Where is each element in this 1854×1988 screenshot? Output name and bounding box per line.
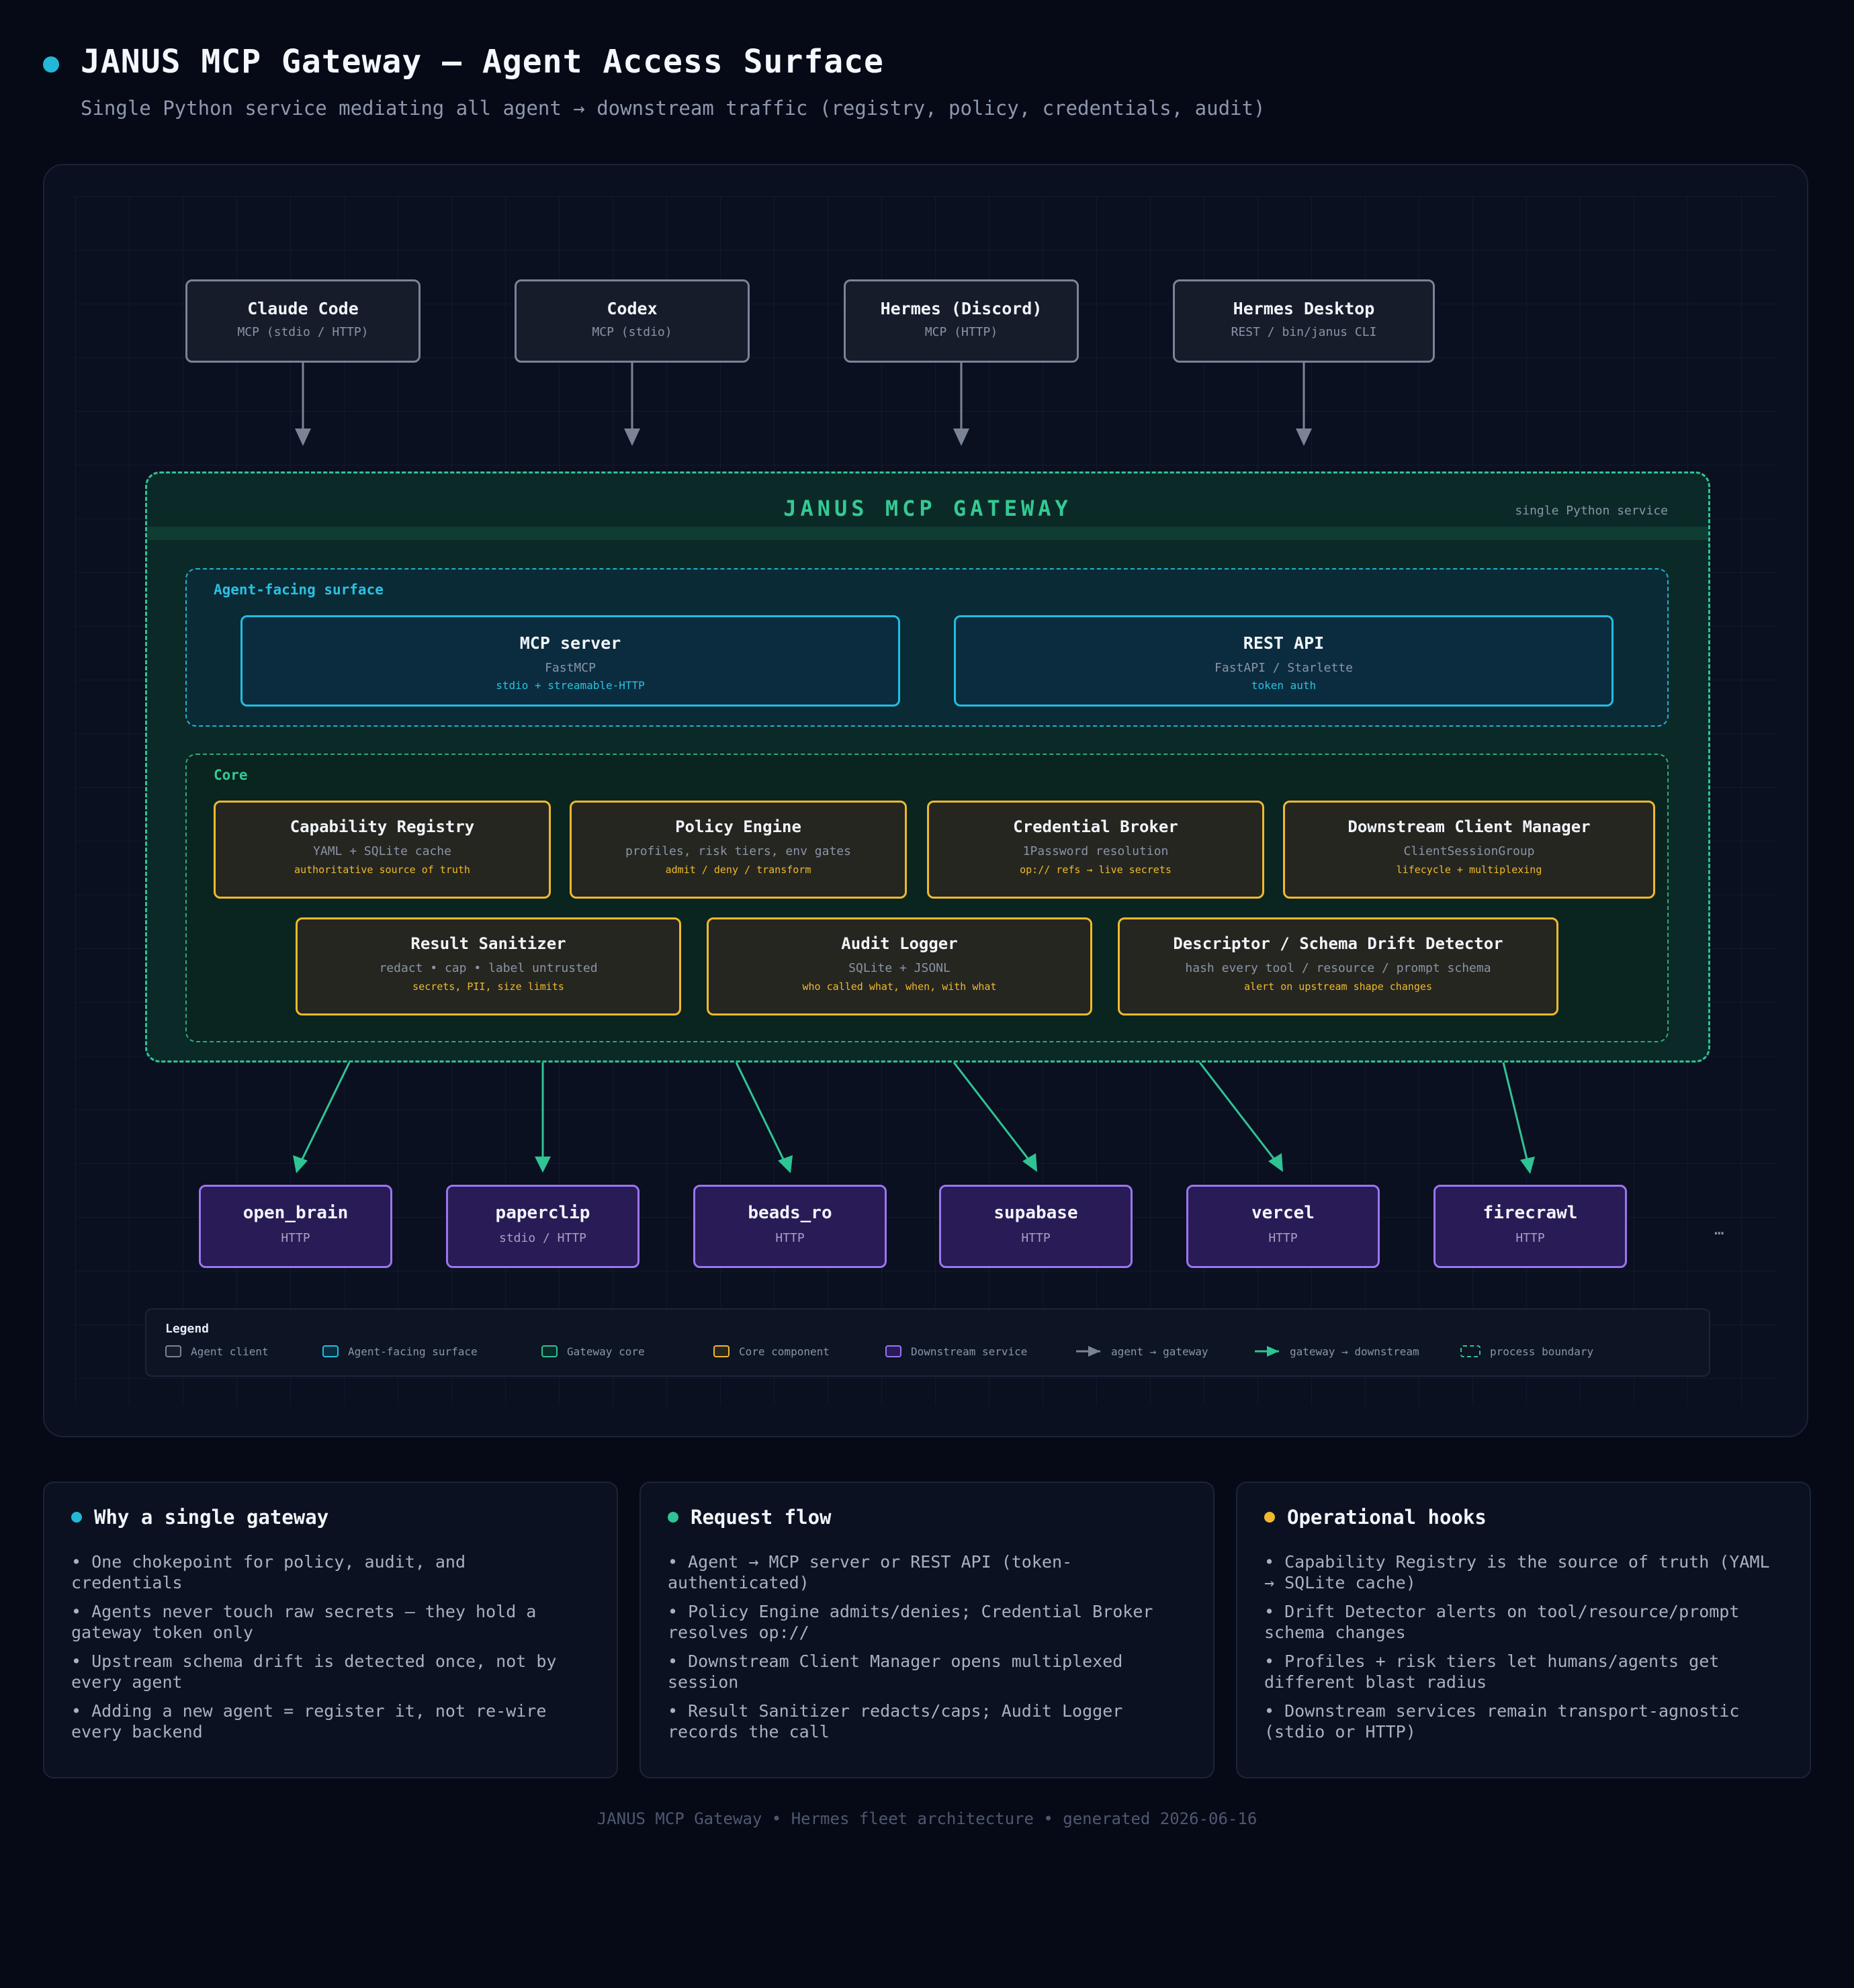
downstream-arrow bbox=[953, 1062, 1032, 1163]
card-list-item: • Adding a new agent = register it, not … bbox=[71, 1701, 547, 1742]
legend bbox=[145, 1308, 1710, 1377]
downstream-service-swatch bbox=[885, 1345, 901, 1357]
card-list-item: • Capability Registry is the source of t… bbox=[1264, 1552, 1770, 1592]
page-footer: JANUS MCP Gateway • Hermes fleet archite… bbox=[597, 1809, 1257, 1828]
card-title: Request flow bbox=[691, 1506, 832, 1529]
legend-label: Downstream service bbox=[911, 1345, 1028, 1358]
gateway-core-swatch bbox=[541, 1345, 558, 1357]
process-boundary-swatch bbox=[1460, 1345, 1481, 1357]
legend-label: Agent-facing surface bbox=[348, 1345, 478, 1358]
agent-arrowhead bbox=[953, 428, 969, 446]
legend-item-agent-client: Agent client bbox=[165, 1343, 269, 1359]
card-bullet-icon bbox=[71, 1512, 82, 1523]
card-request-flow: Request flow • Agent → MCP server or RES… bbox=[639, 1482, 1215, 1778]
downstream-arrow bbox=[1198, 1062, 1278, 1163]
card-list-item: • Drift Detector alerts on tool/resource… bbox=[1264, 1602, 1740, 1642]
downstream-arrowhead bbox=[1520, 1157, 1535, 1174]
card-title: Operational hooks bbox=[1287, 1506, 1487, 1529]
downstream-arrowhead bbox=[293, 1155, 308, 1173]
downstream-arrowhead bbox=[1022, 1153, 1037, 1172]
card-bullet-icon bbox=[1264, 1512, 1275, 1523]
gray-arrow-icon bbox=[1076, 1346, 1100, 1357]
card-why-single-gateway: Why a single gateway • One chokepoint fo… bbox=[43, 1482, 618, 1778]
card-list-item: • One chokepoint for policy, audit, and … bbox=[71, 1552, 466, 1592]
card-list-item: • Upstream schema drift is detected once… bbox=[71, 1652, 557, 1692]
card-list-item: • Downstream Client Manager opens multip… bbox=[668, 1652, 1123, 1692]
legend-item-gateway-core: Gateway core bbox=[541, 1343, 645, 1359]
agent-arrowhead bbox=[624, 428, 640, 446]
legend-label: process boundary bbox=[1490, 1345, 1594, 1358]
legend-label: agent → gateway bbox=[1111, 1345, 1208, 1358]
agent-arrowhead bbox=[295, 428, 311, 446]
card-bullet-icon bbox=[668, 1512, 678, 1523]
card-list-item: • Policy Engine admits/denies; Credentia… bbox=[668, 1602, 1153, 1642]
downstream-arrowhead bbox=[1268, 1153, 1283, 1172]
downstream-arrowhead bbox=[535, 1157, 551, 1173]
card-list-item: • Downstream services remain transport-a… bbox=[1264, 1701, 1740, 1742]
downstream-arrow bbox=[1502, 1062, 1529, 1163]
legend-label: Gateway core bbox=[567, 1345, 645, 1358]
legend-item-core-component: Core component bbox=[713, 1343, 830, 1359]
legend-label: gateway → downstream bbox=[1290, 1345, 1419, 1358]
legend-label: Core component bbox=[739, 1345, 830, 1358]
legend-item-agent-facing-surface: Agent-facing surface bbox=[322, 1343, 478, 1359]
card-list-item: • Agent → MCP server or REST API (token-… bbox=[668, 1552, 1073, 1592]
legend-item-downstream-service: Downstream service bbox=[885, 1343, 1027, 1359]
legend-item-gateway-downstream: gateway → downstream bbox=[1253, 1343, 1419, 1359]
card-list-item: • Agents never touch raw secrets — they … bbox=[71, 1602, 537, 1642]
legend-title: Legend bbox=[165, 1322, 210, 1336]
card-list-item: • Profiles + risk tiers let humans/agent… bbox=[1264, 1652, 1720, 1692]
agent-arrowhead bbox=[1296, 428, 1312, 446]
agent-facing-surface-swatch bbox=[322, 1345, 339, 1357]
card-list-item: • Result Sanitizer redacts/caps; Audit L… bbox=[668, 1701, 1123, 1742]
legend-label: Agent client bbox=[191, 1345, 269, 1358]
legend-item-agent-gateway: agent → gateway bbox=[1075, 1343, 1208, 1359]
downstream-arrowhead bbox=[778, 1155, 793, 1173]
card-operational-hooks: Operational hooks • Capability Registry … bbox=[1236, 1482, 1811, 1778]
card-title: Why a single gateway bbox=[94, 1506, 329, 1529]
downstream-arrow bbox=[735, 1062, 786, 1163]
legend-item-process-boundary: process boundary bbox=[1460, 1343, 1593, 1359]
downstream-arrow bbox=[300, 1062, 351, 1163]
core-component-swatch bbox=[713, 1345, 730, 1357]
agent-client-swatch bbox=[165, 1345, 181, 1357]
green-arrow-icon bbox=[1255, 1346, 1279, 1357]
